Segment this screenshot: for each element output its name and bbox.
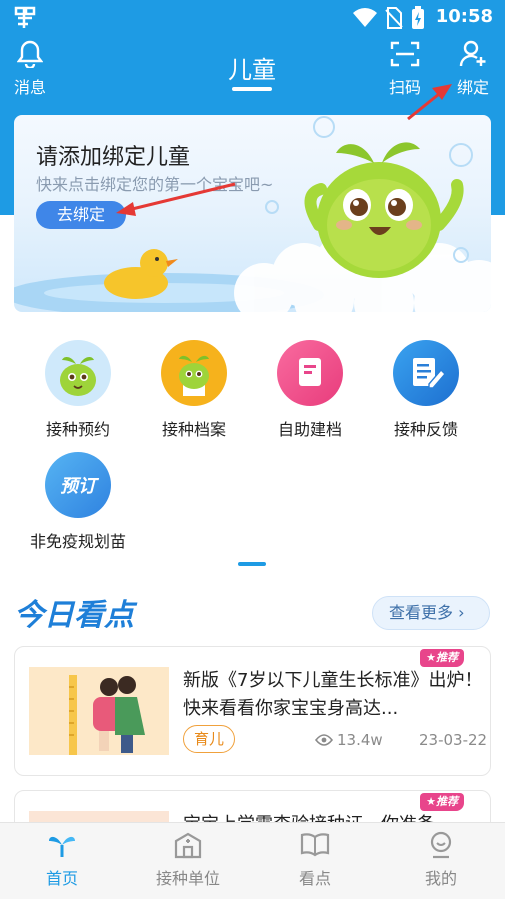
bell-icon: [17, 40, 43, 68]
system-icons: [353, 6, 425, 30]
reserve-icon-text: 预订: [60, 476, 96, 497]
article-title: 新版《7岁以下儿童生长标准》出炉！快来看看你家宝宝身高达...: [183, 670, 483, 719]
article-thumbnail: [29, 667, 169, 755]
messages-label: 消息: [13, 78, 46, 97]
bind-child-banner[interactable]: 请添加绑定儿童 快来点击绑定您的第一个宝宝吧~ 去绑定: [14, 115, 491, 312]
sprout-mascot-icon: [161, 340, 227, 406]
edit-note-icon: [393, 340, 459, 406]
tab-highlights[interactable]: 看点: [265, 831, 365, 889]
service-label: 接种预约: [45, 420, 110, 439]
go-bind-button[interactable]: 去绑定: [36, 201, 126, 229]
service-label: 非免疫规划苗: [29, 532, 126, 551]
status-time: 10:58: [435, 6, 493, 27]
no-sim-icon: [385, 7, 403, 29]
tab-profile[interactable]: 我的: [391, 831, 491, 889]
page-indicator: [238, 562, 266, 566]
tab-home[interactable]: 首页: [12, 831, 112, 889]
banner-subtitle: 快来点击绑定您的第一个宝宝吧~: [36, 175, 274, 194]
tab-label: 首页: [45, 869, 78, 888]
sprout-mascot-icon: [45, 340, 111, 406]
messages-button[interactable]: 消息: [0, 40, 60, 98]
view-count-value: 13.4w: [337, 731, 383, 749]
banner-title: 请添加绑定儿童: [36, 145, 191, 170]
service-vaccination-feedback[interactable]: 接种反馈: [371, 340, 481, 440]
tab-children[interactable]: 儿童: [212, 50, 292, 85]
tab-label: 看点: [298, 869, 331, 888]
home-sprout-icon: [49, 836, 75, 857]
view-count: 13.4w: [315, 731, 383, 749]
service-label: 接种反馈: [393, 420, 458, 439]
scan-label: 扫码: [388, 78, 421, 97]
view-more-button[interactable]: 查看更多 ›: [372, 596, 490, 630]
eye-icon: [315, 734, 333, 746]
notebook-icon: [277, 340, 343, 406]
status-bar: 10:58: [0, 0, 505, 34]
recommended-badge: ★推荐: [420, 649, 464, 667]
wifi-icon: [353, 8, 377, 27]
service-vaccination-records[interactable]: 接种档案: [139, 340, 249, 440]
tab-vaccination-sites[interactable]: 接种单位: [138, 831, 238, 889]
scan-icon: [390, 41, 420, 67]
building-icon: [174, 832, 202, 859]
bind-child-button[interactable]: 绑定: [443, 40, 503, 98]
tab-label: 我的: [424, 869, 457, 888]
service-label: 接种档案: [161, 420, 226, 439]
bind-label: 绑定: [456, 78, 489, 97]
tab-label: 接种单位: [155, 869, 220, 888]
bottom-tab-bar: 首页 接种单位 看点 我的: [0, 822, 505, 899]
section-title: 今日看点: [14, 598, 134, 633]
article-date: 23-03-22: [419, 731, 488, 749]
category-tag: 育儿: [183, 725, 236, 753]
profile-icon: [430, 831, 452, 859]
add-user-icon: [459, 40, 486, 67]
battery-charging-icon: [412, 6, 424, 29]
article-card[interactable]: ★推荐 新版《7岁以下儿童生长标准》出炉！快来看看你家宝宝身高达... 育儿 1…: [14, 646, 491, 776]
open-book-icon: [300, 833, 330, 857]
service-self-registration[interactable]: 自助建档: [255, 340, 365, 440]
service-label: 自助建档: [277, 420, 342, 439]
recommended-badge: ★推荐: [420, 793, 464, 811]
reserve-icon: 预订: [45, 452, 111, 518]
scan-button[interactable]: 扫码: [375, 40, 435, 98]
service-vaccination-booking[interactable]: 接种预约: [23, 340, 133, 440]
service-non-immunization-vaccines[interactable]: 预订 非免疫规划苗: [23, 452, 133, 552]
active-tab-indicator: [232, 87, 272, 91]
app-notification-icon: [14, 6, 36, 28]
